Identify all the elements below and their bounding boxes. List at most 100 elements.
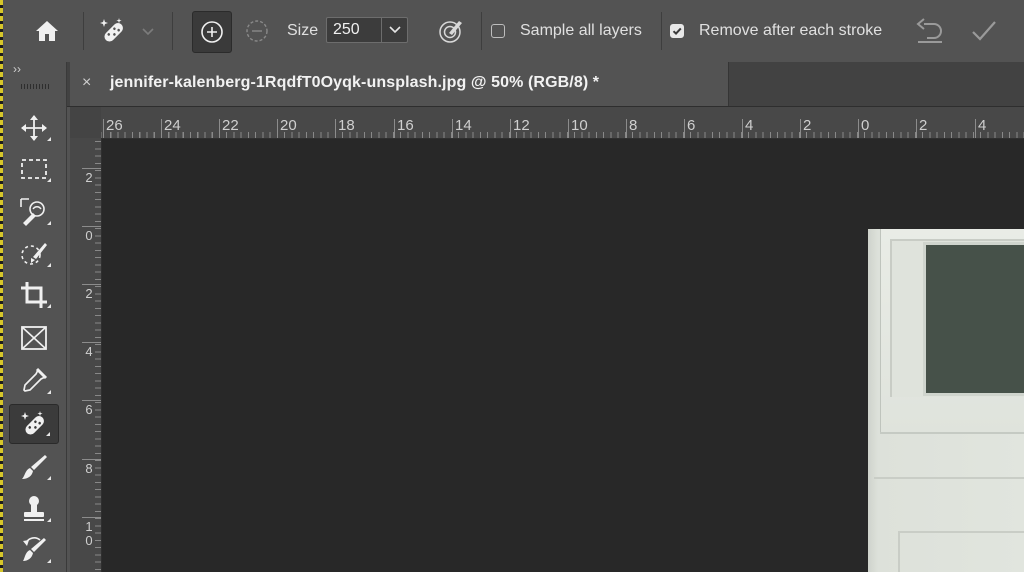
ruler-label: 2 <box>919 117 928 134</box>
home-button[interactable] <box>28 16 66 46</box>
history-brush-tool[interactable] <box>9 530 59 570</box>
subtools-indicator <box>46 432 50 436</box>
tool-preset-picker[interactable] <box>96 14 130 48</box>
brush-icon <box>22 455 47 479</box>
subtools-indicator <box>47 476 51 480</box>
size-label: Size <box>287 22 319 39</box>
mode-subtract-button[interactable] <box>240 14 274 48</box>
sample-all-layers-checkbox[interactable] <box>491 24 505 38</box>
checkmark-icon <box>972 21 996 41</box>
document-tab[interactable]: × jennifer-kalenberg-1RqdfT0Oyqk-unsplas… <box>70 62 729 106</box>
ruler-major-tick <box>742 119 743 138</box>
separator <box>172 12 173 50</box>
commit-button[interactable] <box>966 14 1002 48</box>
ruler-label: 12 <box>513 117 530 134</box>
ruler-label: 8 <box>85 461 93 476</box>
spot-healing-tool[interactable] <box>9 404 59 444</box>
brush-tool[interactable] <box>9 447 59 487</box>
photo-image[interactable] <box>868 229 1024 572</box>
photo-door-panel-edge <box>874 477 1024 479</box>
remove-after-stroke-checkbox[interactable] <box>670 24 684 38</box>
clone-stamp-icon <box>24 496 44 521</box>
ruler-major-tick <box>103 119 104 138</box>
ruler-label: 8 <box>629 117 638 134</box>
chevron-down-icon <box>388 26 401 34</box>
subtools-indicator <box>47 390 51 394</box>
ruler-label: 0 <box>861 117 870 134</box>
ruler-label: 24 <box>164 117 181 134</box>
subtools-indicator <box>47 518 51 522</box>
photo-window-glass <box>926 245 1024 393</box>
ruler-label: 2 <box>85 286 93 301</box>
rectangular-marquee-icon <box>21 159 47 179</box>
ruler-major-tick <box>568 119 569 138</box>
eyedropper-icon <box>23 367 48 392</box>
ruler-major-tick <box>219 119 220 138</box>
eyedropper-tool[interactable] <box>9 361 59 401</box>
chevron-down-icon <box>142 28 154 36</box>
ruler-major-tick <box>161 119 162 138</box>
subtools-indicator <box>47 559 51 563</box>
tool-preset-dropdown[interactable] <box>140 24 156 40</box>
ruler-major-tick <box>626 119 627 138</box>
ruler-label: 14 <box>455 117 472 134</box>
ruler-major-tick <box>82 517 101 518</box>
ruler-label: 10 <box>85 519 93 548</box>
ruler-minor-ticks <box>95 138 101 572</box>
vertical-ruler[interactable]: 2 0 2 4 6 8 10 <box>70 138 102 572</box>
ruler-label: 2 <box>803 117 812 134</box>
collapse-toolbar-button[interactable]: ›› <box>13 62 21 76</box>
history-brush-icon <box>23 537 46 561</box>
document-tab-bar: × jennifer-kalenberg-1RqdfT0Oyqk-unsplas… <box>67 62 1024 107</box>
separator <box>83 12 84 50</box>
clone-stamp-tool[interactable] <box>9 489 59 529</box>
ruler-label: 20 <box>280 117 297 134</box>
mode-add-button[interactable] <box>192 11 232 53</box>
crop-icon <box>21 282 47 308</box>
frame-tool[interactable] <box>9 318 59 358</box>
object-selection-icon <box>20 198 45 226</box>
object-selection-tool[interactable] <box>9 192 59 232</box>
toolbar-grip[interactable] <box>21 84 49 89</box>
undo-button[interactable] <box>912 14 948 48</box>
spot-healing-brush-icon <box>100 18 123 42</box>
close-tab-button[interactable]: × <box>82 74 91 92</box>
ruler-major-tick <box>335 119 336 138</box>
ruler-major-tick <box>82 226 101 227</box>
home-icon <box>36 21 58 41</box>
size-input[interactable] <box>326 17 382 43</box>
horizontal-ruler[interactable]: 26 24 22 20 18 16 14 12 10 8 6 4 2 0 2 4 <box>101 107 1024 139</box>
crop-tool[interactable] <box>9 275 59 315</box>
ruler-major-tick <box>394 119 395 138</box>
quick-selection-icon <box>21 243 47 265</box>
quick-selection-tool[interactable] <box>9 234 59 274</box>
ruler-label: 26 <box>106 117 123 134</box>
pen-pressure-button[interactable] <box>434 14 468 48</box>
ruler-origin[interactable] <box>70 107 102 139</box>
ruler-label: 4 <box>978 117 987 134</box>
ruler-label: 2 <box>85 170 93 185</box>
ruler-label: 18 <box>338 117 355 134</box>
spot-healing-brush-icon <box>21 411 44 435</box>
move-tool[interactable] <box>9 108 59 148</box>
ruler-label: 10 <box>571 117 588 134</box>
size-dropdown[interactable] <box>382 17 408 43</box>
sample-all-layers-label: Sample all layers <box>520 22 642 39</box>
separator <box>481 12 482 50</box>
remove-after-stroke-label: Remove after each stroke <box>699 22 883 39</box>
frame-icon <box>21 326 47 350</box>
separator <box>661 12 662 50</box>
ruler-major-tick <box>858 119 859 138</box>
move-icon <box>21 115 47 141</box>
ruler-label: 6 <box>687 117 696 134</box>
ruler-major-tick <box>82 168 101 169</box>
undo-icon <box>916 18 942 43</box>
subtract-circle-icon <box>246 20 268 42</box>
ruler-major-tick <box>82 400 101 401</box>
subtools-indicator <box>47 263 51 267</box>
subtools-indicator <box>47 137 51 141</box>
pen-pressure-icon <box>439 21 462 43</box>
marquee-tool[interactable] <box>9 149 59 189</box>
ruler-major-tick <box>510 119 511 138</box>
checkmark-icon <box>672 27 682 36</box>
